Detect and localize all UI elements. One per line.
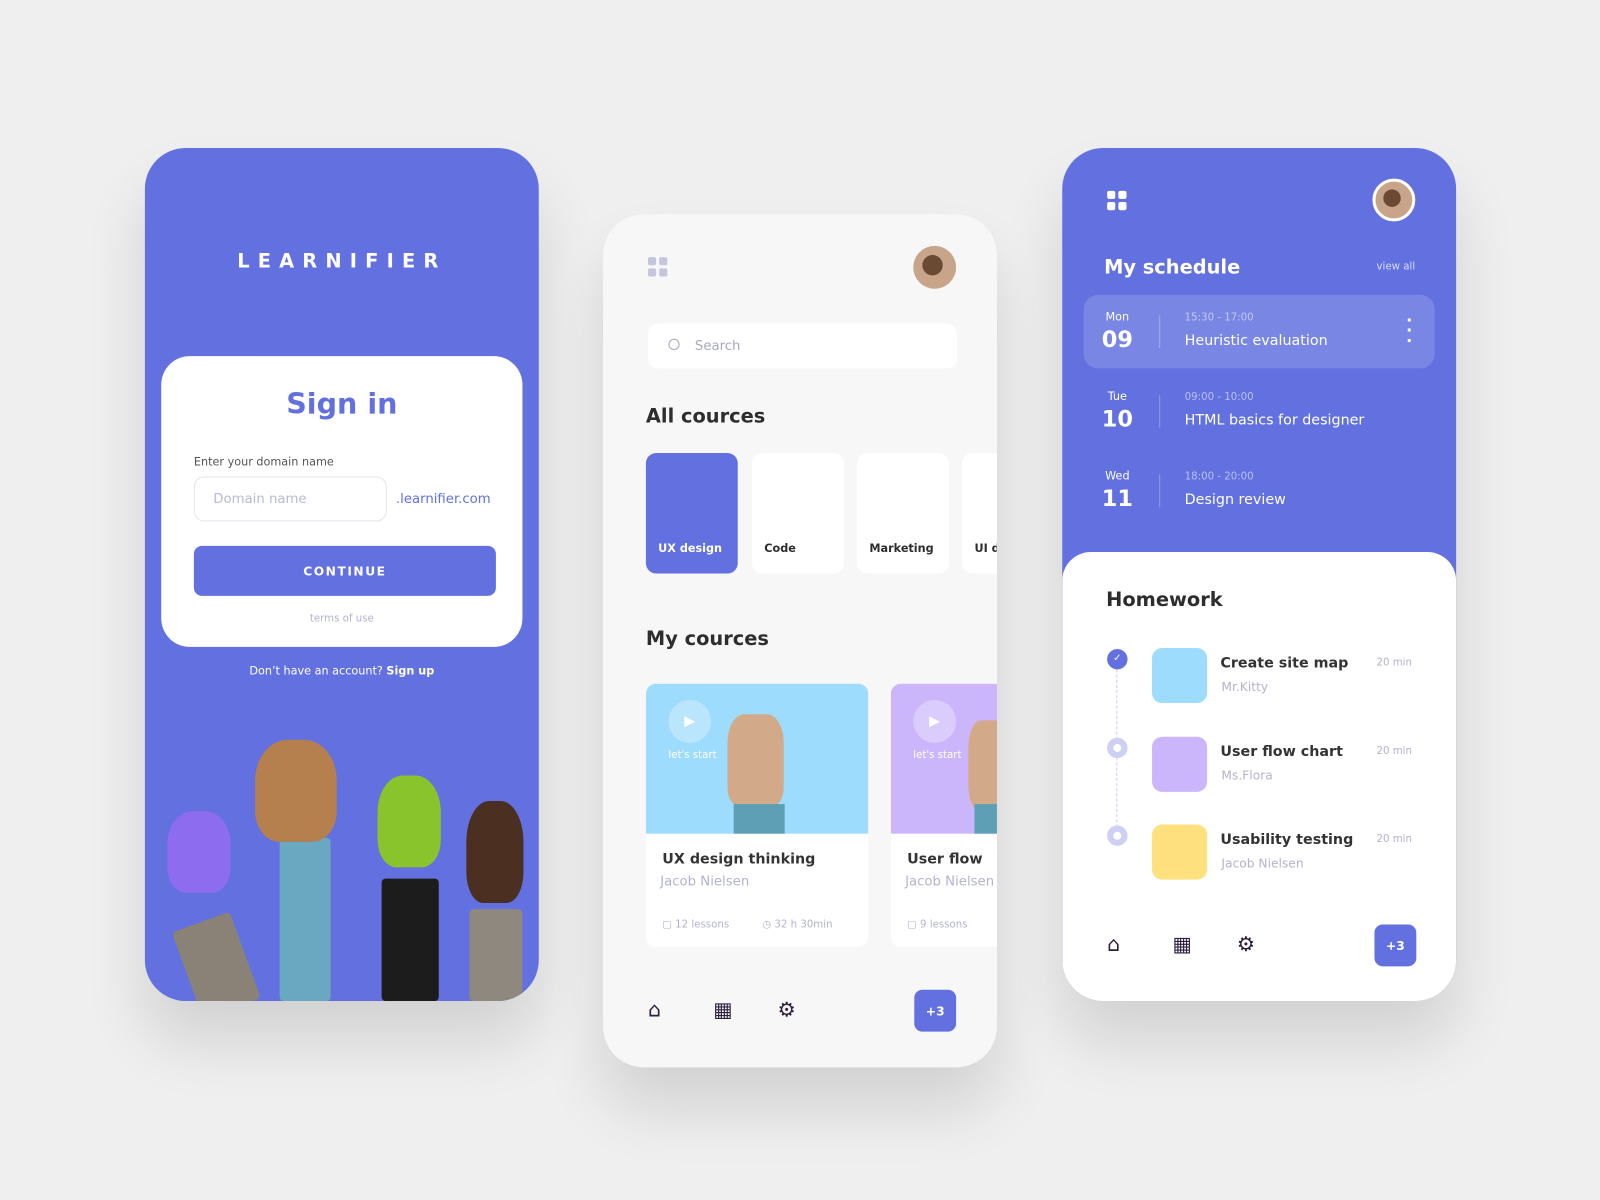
continue-button[interactable]: CONTINUE [193,545,496,596]
homework-author: Jacob Nielsen [1221,856,1304,871]
schedule-day: Mon [1105,310,1130,324]
divider [1159,474,1161,508]
category-label: Marketing [869,541,934,556]
home-icon[interactable]: ⌂ [648,997,661,1021]
grid-icon[interactable] [647,257,668,277]
homework-item[interactable]: Create site map Mr.Kitty 20 min [1152,647,1456,704]
divider [1159,394,1161,428]
schedule-date: 10 [1101,407,1133,433]
schedule-date: 09 [1101,327,1133,354]
avatar[interactable] [913,245,957,289]
category-ui-design[interactable]: UI d [962,453,997,574]
schedule-screen: My schedule view all Mon 09 15:30 - 17:0… [1062,147,1457,1002]
calendar-icon[interactable]: ▦ [713,997,732,1021]
pending-dot-icon[interactable] [1107,825,1128,846]
lessons-count: ▢ 12 lessons [662,919,730,931]
homework-panel: Homework ✓ Create site map Mr.Kitty 20 m… [1062,552,1457,1002]
schedule-title: My schedule [1104,256,1241,279]
terms-link[interactable]: terms of use [161,613,522,624]
category-marketing[interactable]: Marketing [857,453,949,574]
homework-duration: 20 min [1376,833,1412,845]
more-button[interactable]: +3 [914,989,957,1032]
course-card[interactable]: ▶ let's start UX design thinking Jacob N… [645,683,869,947]
calendar-icon[interactable]: ▦ [1172,932,1191,956]
category-ux-design[interactable]: UX design [645,453,738,574]
hand-image [968,720,997,813]
homework-item[interactable]: User flow chart Ms.Flora 20 min [1152,736,1456,792]
schedule-item[interactable]: Mon 09 15:30 - 17:00 Heuristic evaluatio… [1083,294,1435,369]
course-card[interactable]: ▶ let's start User flow Jacob Nielsen ▢ … [890,683,997,947]
pending-dot-icon[interactable] [1107,737,1128,759]
avatar[interactable] [1372,178,1416,222]
sleeve-image [733,804,785,834]
domain-label: Enter your domain name [193,455,334,469]
homework-title-text: Create site map [1220,655,1349,672]
divider [1159,315,1161,348]
schedule-event-title: Heuristic evaluation [1184,332,1328,349]
courses-screen: All cources UX design Code Marketing UI … [603,214,997,1068]
sleeve-image [974,804,997,834]
domain-input[interactable] [193,476,387,522]
homework-title: Homework [1106,588,1223,612]
course-duration: ◷ 32 h 30min [762,919,833,931]
play-icon[interactable]: ▶ [913,699,957,743]
no-account-text: Don’t have an account? [249,664,383,678]
hands-illustration [145,719,539,1002]
schedule-date: 11 [1101,486,1133,513]
course-title: UX design thinking [662,851,816,868]
homework-thumbnail [1152,736,1208,792]
schedule-event-title: Design review [1184,491,1286,509]
course-tag: let's start [668,749,717,762]
category-label: Code [764,541,796,556]
homework-thumbnail [1152,824,1208,880]
settings-gear-icon[interactable]: ⚙ [778,997,796,1021]
schedule-time: 18:00 - 20:00 [1184,471,1254,483]
signin-form: Sign in Enter your domain name .learnifi… [161,356,523,647]
signup-link[interactable]: Sign up [386,664,434,677]
course-tag: let's start [913,749,962,762]
homework-title-text: Usability testing [1220,831,1354,848]
schedule-day: Wed [1105,469,1130,483]
course-thumbnail: ▶ let's start [890,683,997,834]
schedule-time: 15:30 - 17:00 [1184,312,1254,324]
schedule-day: Tue [1107,389,1127,404]
home-icon[interactable]: ⌂ [1107,932,1120,956]
homework-author: Ms.Flora [1221,768,1273,783]
search-icon [668,338,680,350]
course-thumbnail: ▶ let's start [645,683,869,834]
schedule-item[interactable]: Tue 10 09:00 - 10:00 HTML basics for des… [1084,374,1435,447]
category-label: UI d [974,541,996,556]
search-input[interactable] [647,323,958,369]
course-author: Jacob Nielsen [660,874,750,890]
check-icon[interactable]: ✓ [1107,648,1128,670]
homework-author: Mr.Kitty [1221,679,1269,694]
schedule-event-title: HTML basics for designer [1184,412,1365,429]
lessons-count: ▢ 9 lessons [907,919,968,931]
view-all-link[interactable]: view all [1377,261,1416,272]
homework-thumbnail [1152,647,1208,704]
category-label: UX design [658,541,723,556]
homework-duration: 20 min [1376,657,1412,669]
signin-title: Sign in [286,386,398,421]
domain-suffix: .learnifier.com [395,491,491,508]
app-logo: LEARNIFIER [237,249,447,273]
grid-icon[interactable] [1107,190,1127,211]
homework-duration: 20 min [1376,745,1412,758]
settings-gear-icon[interactable]: ⚙ [1237,932,1255,956]
my-courses-title: My cources [645,627,769,650]
schedule-time: 09:00 - 10:00 [1184,391,1254,404]
category-code[interactable]: Code [752,453,844,574]
homework-title-text: User flow chart [1220,743,1343,761]
homework-item[interactable]: Usability testing Jacob Nielsen 20 min [1152,824,1456,880]
play-icon[interactable]: ▶ [668,699,712,743]
more-button[interactable]: +3 [1374,924,1417,967]
course-author: Jacob Nielsen [905,874,995,890]
more-vertical-icon[interactable]: · · · [1406,312,1412,349]
signup-prompt: Don’t have an account? Sign up [145,664,539,677]
schedule-item[interactable]: Wed 11 18:00 - 20:00 Design review [1084,454,1435,527]
course-title: User flow [907,851,983,868]
all-courses-title: All cources [645,405,766,428]
signin-screen: LEARNIFIER Sign in Enter your domain nam… [144,147,539,1002]
hand-image [727,714,784,807]
